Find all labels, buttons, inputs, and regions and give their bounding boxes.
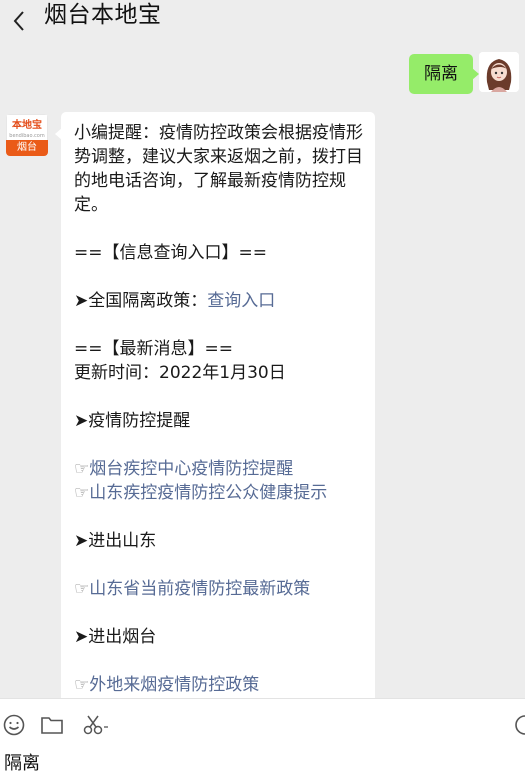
folder-icon xyxy=(41,717,63,734)
message-list[interactable]: 隔离 本地宝 bendibao.com 烟台 小编提醒：疫情防控政策会根据疫情形… xyxy=(0,52,525,698)
chat-header: 烟台本地宝 xyxy=(0,0,525,52)
chevron-left-icon xyxy=(13,11,24,31)
my-avatar[interactable] xyxy=(479,52,519,92)
avatar-sub: bendibao.com xyxy=(9,133,45,139)
info-header: ==【信息查询入口】== xyxy=(74,243,267,263)
message-input[interactable]: 隔离 xyxy=(4,751,40,776)
emoji-button[interactable] xyxy=(2,709,26,737)
avatar-brand: 本地宝 xyxy=(12,120,42,131)
news-header: ==【最新消息】== xyxy=(74,339,233,359)
link-shandong-health[interactable]: ☞山东疾控疫情防控公众健康提示 xyxy=(74,481,365,505)
section-yantai: ➤进出烟台 xyxy=(74,627,157,647)
pointing-hand-icon: ☞ xyxy=(74,459,90,479)
section-shandong: ➤进出山东 xyxy=(74,531,157,551)
avatar-city: 烟台 xyxy=(6,140,48,156)
bot-message-bubble: 小编提醒：疫情防控政策会根据疫情形势调整，建议大家来返烟之前，拨打目的地电话咨询… xyxy=(55,112,375,698)
link-shandong-policy[interactable]: ☞山东省当前疫情防控最新政策 xyxy=(74,577,365,601)
my-message-row: 隔离 xyxy=(0,52,525,102)
national-policy-line: ➤全国隔离政策：查询入口 xyxy=(74,289,365,313)
pointing-hand-icon: ☞ xyxy=(74,483,90,503)
reminder-text: 小编提醒：疫情防控政策会根据疫情形势调整，建议大家来返烟之前，拨打目的地电话咨询… xyxy=(74,123,363,215)
pointing-hand-icon: ☞ xyxy=(74,579,90,599)
bot-avatar[interactable]: 本地宝 bendibao.com 烟台 xyxy=(6,114,48,156)
link-arrival-policy[interactable]: ☞外地来烟疫情防控政策 xyxy=(74,673,365,697)
update-time: 更新时间：2022年1月30日 xyxy=(74,363,286,383)
chat-title: 烟台本地宝 xyxy=(44,2,162,28)
screenshot-button[interactable] xyxy=(82,709,110,737)
my-message-bubble[interactable]: 隔离 xyxy=(409,54,479,94)
back-button[interactable] xyxy=(12,6,36,36)
national-label: ➤全国隔离政策： xyxy=(74,291,208,311)
pointing-hand-icon: ☞ xyxy=(74,675,90,695)
smiley-icon xyxy=(3,714,25,736)
section-prevention: ➤疫情防控提醒 xyxy=(74,411,191,431)
scissors-icon xyxy=(83,715,108,735)
user-avatar-icon xyxy=(479,52,519,92)
file-button[interactable] xyxy=(40,709,64,737)
avatar-logo: 本地宝 bendibao.com xyxy=(6,114,48,140)
clock-icon xyxy=(515,715,525,735)
history-button[interactable] xyxy=(513,709,525,737)
link-yantai-cdc[interactable]: ☞烟台疾控中心疫情防控提醒 xyxy=(74,457,365,481)
national-query-link[interactable]: 查询入口 xyxy=(207,291,275,311)
input-bar: 隔离 xyxy=(0,698,525,776)
